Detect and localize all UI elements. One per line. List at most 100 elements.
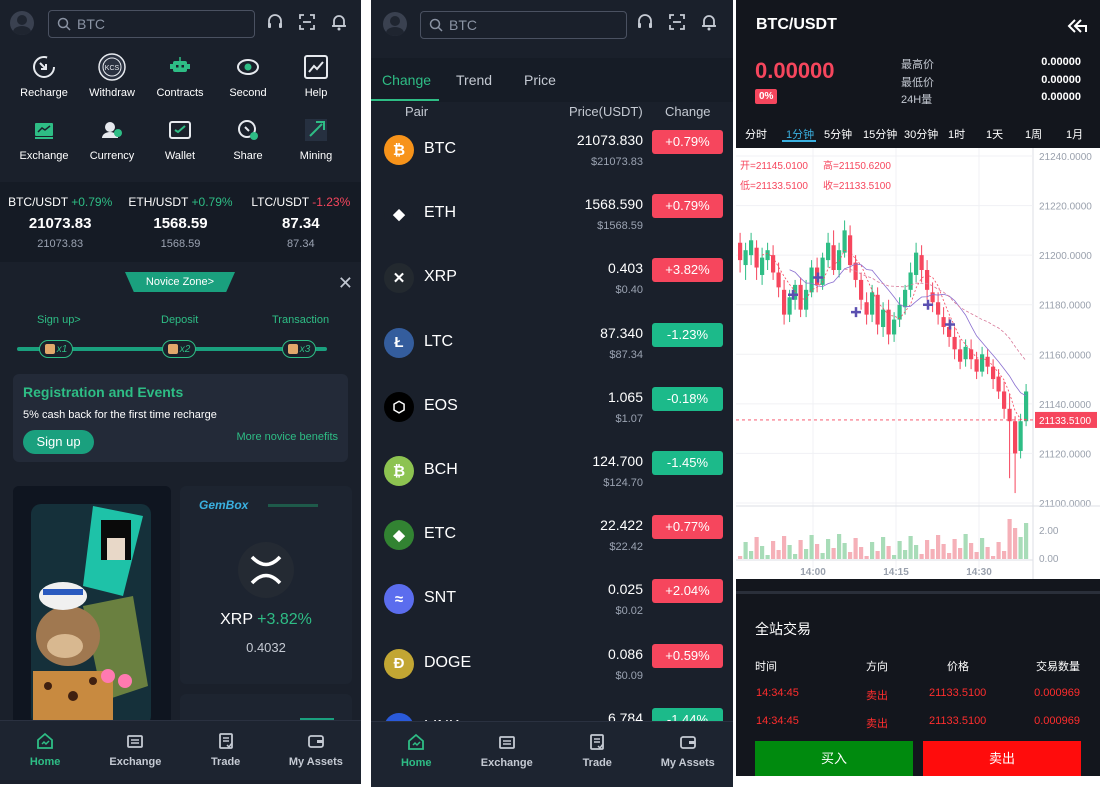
period-1h[interactable]: 1时 <box>948 126 965 142</box>
mining-icon <box>301 115 331 145</box>
contracts-item[interactable]: Contracts <box>146 52 214 99</box>
ticker-eth[interactable]: ETH/USDT +0.79% 1568.59 1568.59 <box>120 182 240 262</box>
xrp-coin-icon: ✕ <box>384 263 414 294</box>
close-icon[interactable]: ✕ <box>338 274 353 292</box>
scan-icon[interactable] <box>297 12 317 32</box>
search-input[interactable]: BTC <box>48 10 255 38</box>
tab-trend[interactable]: Trend <box>456 72 492 88</box>
market-row[interactable]: ◆ ETH 1568.590 $1568.59 +0.79% <box>371 192 733 256</box>
candle-body <box>985 356 990 367</box>
stat-low: 最低价 0.00000 <box>901 74 1081 90</box>
market-row[interactable]: ⬡ EOS 1.065 $1.07 -0.18% <box>371 385 733 449</box>
sell-button[interactable]: 卖出 <box>923 741 1081 776</box>
ticker-btc[interactable]: BTC/USDT +0.79% 21073.83 21073.83 <box>0 182 120 262</box>
top-icons <box>635 12 719 32</box>
y-tick-label: 21200.0000 <box>1039 251 1092 262</box>
trade-side: 卖出 <box>866 718 888 730</box>
step-transaction[interactable]: Transaction <box>272 314 329 326</box>
avatar[interactable] <box>383 12 407 36</box>
coin-glyph: ✕ <box>392 270 406 288</box>
market-row[interactable]: ◆ ETC 22.422 $22.42 +0.77% <box>371 513 733 577</box>
step-deposit[interactable]: Deposit <box>161 314 198 326</box>
market-row[interactable]: Ł LTC 87.340 $87.34 -1.23% <box>371 321 733 385</box>
change-badge[interactable]: +0.79% <box>652 194 723 219</box>
nav-home[interactable]: Home <box>371 722 462 787</box>
nav-trade[interactable]: Trade <box>552 722 643 787</box>
period-1d[interactable]: 1天 <box>986 126 1003 142</box>
nft-banner[interactable] <box>13 486 171 726</box>
market-row[interactable]: ₿ BTC 21073.830 $21073.83 +0.79% <box>371 128 733 192</box>
volume-bar <box>787 545 792 559</box>
nav-my-assets[interactable]: My Assets <box>271 721 361 780</box>
candle-body <box>826 242 831 261</box>
tab-underline <box>371 99 439 101</box>
scan-icon[interactable] <box>667 12 687 32</box>
step-signup[interactable]: Sign up> <box>37 314 81 326</box>
headset-icon[interactable] <box>635 12 655 32</box>
wallet-item[interactable]: Wallet <box>146 115 214 162</box>
change-badge[interactable]: +3.82% <box>652 258 723 283</box>
change-badge[interactable]: +0.79% <box>652 130 723 154</box>
recharge-item[interactable]: Recharge <box>10 52 78 99</box>
xrp-logo-icon <box>238 542 294 598</box>
sign-up-button[interactable]: Sign up <box>23 430 94 454</box>
nav-home[interactable]: Home <box>0 721 90 780</box>
change-badge[interactable]: -1.23% <box>652 322 723 347</box>
avatar[interactable] <box>10 11 34 35</box>
withdraw-item[interactable]: KCS Withdraw <box>78 52 146 99</box>
coin-name: EOS <box>424 396 458 414</box>
tab-change[interactable]: Change <box>382 72 431 88</box>
nav-exchange-label: Exchange <box>480 757 533 769</box>
tab-price[interactable]: Price <box>524 72 556 88</box>
exchange-item[interactable]: Exchange <box>10 115 78 162</box>
change-badge[interactable]: -1.45% <box>652 451 723 475</box>
coin-usd-price: $1.07 <box>615 412 643 425</box>
novice-zone-tab[interactable]: Novice Zone> <box>125 272 235 292</box>
search-input[interactable]: BTC <box>420 11 627 39</box>
ticker-ltc[interactable]: LTC/USDT -1.23% 87.34 87.34 <box>241 182 361 262</box>
second-item[interactable]: Second <box>214 52 282 99</box>
volume-bar <box>782 536 787 559</box>
mining-item[interactable]: Mining <box>282 115 350 162</box>
kline-chart[interactable]: 21240.0000 21220.0000 21200.0000 21180.0000… <box>736 148 1100 579</box>
nav-exchange[interactable]: Exchange <box>90 721 180 780</box>
more-benefits-link[interactable]: More novice benefits <box>237 431 339 443</box>
period-15min[interactable]: 15分钟 <box>863 126 897 142</box>
currency-item[interactable]: Currency <box>78 115 146 162</box>
gembox-card[interactable]: GemBox XRP +3.82% 0.4032 <box>180 486 352 684</box>
volume-bar <box>765 555 770 559</box>
back-icon[interactable] <box>1066 18 1088 39</box>
market-row[interactable]: ≈ SNT 0.025 $0.02 +2.04% <box>371 577 733 641</box>
headset-icon[interactable] <box>265 12 285 32</box>
y-tick-label: 21220.0000 <box>1039 202 1092 213</box>
candle-body <box>754 247 759 268</box>
bell-icon[interactable] <box>699 12 719 32</box>
market-row[interactable]: ✕ XRP 0.403 $0.40 +3.82% <box>371 256 733 320</box>
registration-subtitle: 5% cash back for the first time recharge <box>23 409 217 421</box>
buy-button[interactable]: 买入 <box>755 741 913 776</box>
bell-icon[interactable] <box>329 12 349 32</box>
period-30min[interactable]: 30分钟 <box>904 126 938 142</box>
ohlc-open: 开=21145.0100 <box>740 161 808 172</box>
volume-bar <box>743 542 748 559</box>
period-5min[interactable]: 5分钟 <box>824 126 852 142</box>
period-timeline[interactable]: 分时 <box>745 126 767 142</box>
change-badge[interactable]: +0.59% <box>652 643 723 668</box>
market-row[interactable]: Ð DOGE 0.086 $0.09 +0.59% <box>371 642 733 706</box>
market-row[interactable]: ₿ BCH 124.700 $124.70 -1.45% <box>371 449 733 513</box>
nav-my-assets[interactable]: My Assets <box>643 722 734 787</box>
share-item[interactable]: Share <box>214 115 282 162</box>
header-change[interactable]: Change <box>665 104 711 119</box>
change-badge[interactable]: +2.04% <box>652 579 723 604</box>
period-1m[interactable]: 1月 <box>1066 126 1083 142</box>
market-tabs: Change Trend Price <box>371 58 733 102</box>
help-item[interactable]: Help <box>282 52 350 99</box>
home-icon <box>408 733 425 750</box>
nav-trade[interactable]: Trade <box>181 721 271 780</box>
wallet-icon <box>165 115 195 145</box>
change-badge[interactable]: -0.18% <box>652 386 723 411</box>
change-badge[interactable]: +0.77% <box>652 515 723 540</box>
period-1w[interactable]: 1周 <box>1025 126 1042 142</box>
coin-usd-price: $0.40 <box>615 284 643 297</box>
nav-exchange[interactable]: Exchange <box>462 722 553 787</box>
